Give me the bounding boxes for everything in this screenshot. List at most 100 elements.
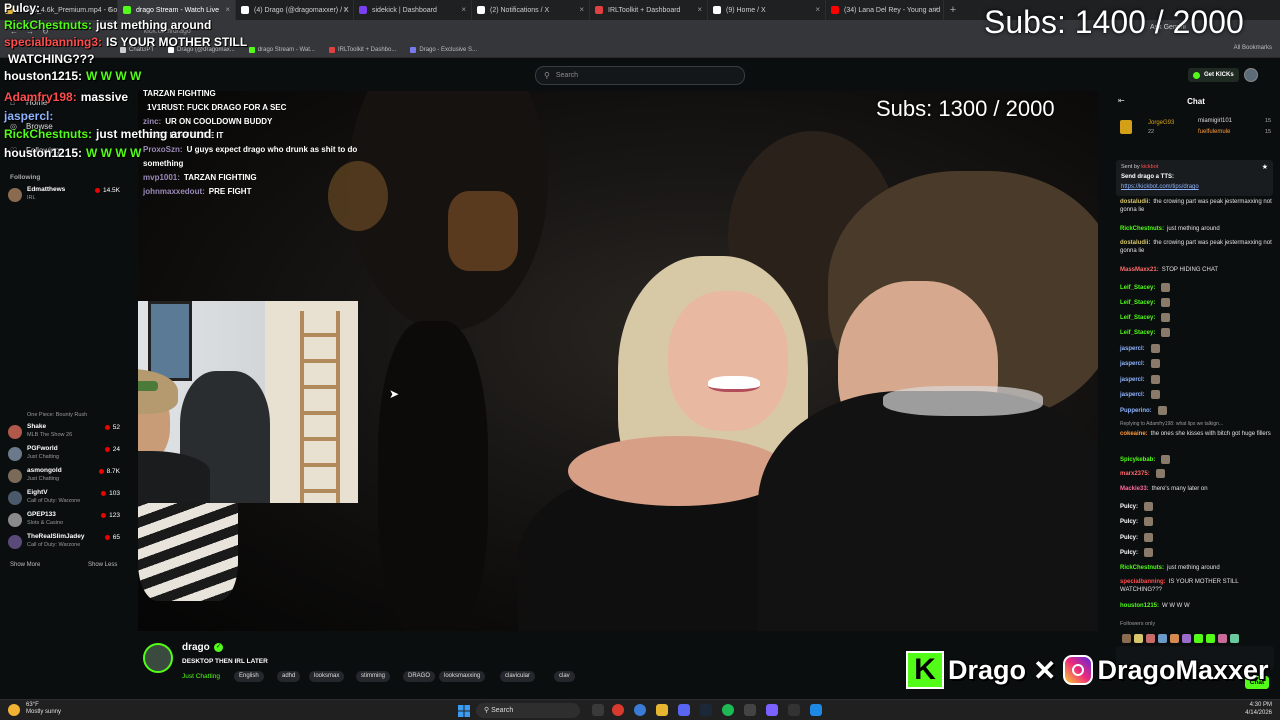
chat-username[interactable]: dostaludii:	[1120, 199, 1150, 205]
stream-tag[interactable]: looksmaxxing	[439, 671, 486, 682]
chat-username[interactable]: Pulcy:	[1120, 519, 1138, 525]
chat-username[interactable]: jaspercl:	[1120, 346, 1145, 352]
emote-icon[interactable]	[1122, 634, 1131, 643]
all-bookmarks-button[interactable]: All Bookmarks	[1234, 45, 1272, 51]
chat-username[interactable]: Pulcy:	[1120, 504, 1138, 510]
stream-tag[interactable]: stimming	[356, 671, 391, 682]
stream-tag[interactable]: English	[234, 671, 264, 682]
system-clock[interactable]: 4:30 PM 4/14/2026	[1245, 702, 1272, 717]
browser-tab[interactable]: (2) Notifications / X ×	[472, 0, 590, 20]
stream-tag[interactable]: adhd	[277, 671, 301, 682]
chat-username[interactable]: MassMaxx21:	[1120, 267, 1159, 273]
followed-channel[interactable]: TheRealSlimJadey Call of Duty: Warzone 65	[8, 533, 132, 553]
app-icon[interactable]	[766, 704, 778, 716]
obs-icon[interactable]	[744, 704, 756, 716]
chat-username[interactable]: Pupperino:	[1120, 408, 1152, 414]
terminal-icon[interactable]	[788, 704, 800, 716]
browser-icon[interactable]	[634, 704, 646, 716]
channel-avatar-small	[8, 447, 22, 461]
instagram-logo-icon	[1063, 655, 1094, 685]
browser-tab[interactable]: (9) Home / X ×	[708, 0, 826, 20]
reply-context: Replying to Adamfry198: what lips we tal…	[1120, 421, 1224, 427]
spotify-icon[interactable]	[722, 704, 734, 716]
overlay-chat-user: Adamfry198:	[4, 90, 77, 104]
stream-tag[interactable]: looksmax	[309, 671, 345, 682]
notes-icon[interactable]	[810, 704, 822, 716]
new-tab-button[interactable]: +	[944, 4, 962, 16]
chat-username[interactable]: Pulcy:	[1120, 550, 1138, 556]
chat-username[interactable]: houston1215:	[1120, 603, 1159, 609]
chat-message: jaspercl:	[1120, 344, 1272, 354]
show-less-button[interactable]: Show Less	[88, 562, 117, 568]
tab-favicon-icon	[595, 6, 603, 14]
file-explorer-icon[interactable]	[656, 704, 668, 716]
stream-tag[interactable]: DRAGO	[403, 671, 436, 682]
stream-tag[interactable]: clavicular	[500, 671, 536, 682]
chat-username[interactable]: Leif_Stacey:	[1120, 315, 1155, 321]
chat-username[interactable]: RickChestnuts:	[1120, 565, 1164, 571]
chat-username[interactable]: jaspercl:	[1120, 361, 1145, 367]
inner-chat-line: johnmaxxedout: PRE FIGHT	[143, 185, 393, 199]
chat-username[interactable]: cokeaine:	[1120, 431, 1148, 437]
discord-icon[interactable]	[678, 704, 690, 716]
browser-tab[interactable]: (34) Lana Del Rey - Young and ×	[826, 0, 944, 20]
close-tab-icon[interactable]: ×	[933, 5, 938, 14]
chat-username[interactable]: jaspercl:	[1120, 392, 1145, 398]
chat-username[interactable]: RickChestnuts:	[1120, 226, 1164, 232]
emote-icon[interactable]	[1134, 634, 1143, 643]
chat-username[interactable]: marx2375:	[1120, 471, 1150, 477]
channel-avatar-small	[8, 188, 22, 202]
close-tab-icon[interactable]: ×	[343, 5, 348, 14]
emote-icon[interactable]	[1230, 634, 1239, 643]
search-input[interactable]: ⚲ Search	[535, 66, 745, 85]
user-avatar[interactable]	[1244, 68, 1258, 82]
browser-tab[interactable]: sidekick | Dashboard ×	[354, 0, 472, 20]
windows-start-icon[interactable]	[458, 704, 470, 717]
get-kicks-button[interactable]: Get KICKs	[1188, 68, 1239, 82]
steam-icon[interactable]	[700, 704, 712, 716]
emote-icon[interactable]	[1194, 634, 1203, 643]
followed-channel[interactable]: asmongold Just Chatting 8.7K	[8, 467, 132, 487]
close-tab-icon[interactable]: ×	[697, 5, 702, 14]
emote-icon	[1144, 548, 1154, 557]
taskbar-search[interactable]: ⚲ Search	[476, 703, 580, 718]
bookmark-item[interactable]: Drago - Exclusive S...	[410, 46, 477, 53]
chat-username[interactable]: Mackie33:	[1120, 486, 1149, 492]
close-tab-icon[interactable]: ×	[579, 5, 584, 14]
close-tab-icon[interactable]: ×	[461, 5, 466, 14]
weather-widget[interactable]: 63°F Mostly sunny	[26, 702, 61, 716]
bookmark-item[interactable]: IRLToolkit + Dashbo...	[328, 46, 396, 53]
emote-icon[interactable]	[1182, 634, 1191, 643]
close-tab-icon[interactable]: ×	[815, 5, 820, 14]
browser-tab[interactable]: (4) Drago (@dragomaxxer) / X ×	[236, 0, 354, 20]
task-view-icon[interactable]	[592, 704, 604, 716]
pin-link[interactable]: https://kickbot.com/tips/drago	[1121, 184, 1199, 190]
chat-username[interactable]: specialbanning:	[1120, 579, 1166, 585]
chat-username[interactable]: Leif_Stacey:	[1120, 300, 1155, 306]
channel-avatar[interactable]	[143, 643, 173, 673]
chat-username[interactable]: Pulcy:	[1120, 535, 1138, 541]
chat-username[interactable]: jaspercl:	[1120, 377, 1145, 383]
followed-channel[interactable]: Edmatthews IRL 14.5K	[8, 186, 132, 206]
chat-username[interactable]: Leif_Stacey:	[1120, 330, 1155, 336]
emote-icon[interactable]	[1170, 634, 1179, 643]
stream-tag[interactable]: clav	[554, 671, 575, 682]
browser-tab[interactable]: IRLToolkit + Dashboard ×	[590, 0, 708, 20]
chat-username[interactable]: Spicykebab:	[1120, 457, 1155, 463]
followed-channel[interactable]: Shake MLB The Show 26 52	[8, 423, 132, 443]
emote-icon[interactable]	[1158, 634, 1167, 643]
category-link[interactable]: Just Chatting	[182, 673, 220, 680]
chrome-icon[interactable]	[612, 704, 624, 716]
followed-channel[interactable]: GPEP133 Slots & Casino 123	[8, 511, 132, 531]
emote-icon[interactable]	[1206, 634, 1215, 643]
emote-icon[interactable]	[1146, 634, 1155, 643]
chat-username[interactable]: dostaludii:	[1120, 240, 1150, 246]
chat-username[interactable]: Leif_Stacey:	[1120, 285, 1155, 291]
followed-channel[interactable]: EightV Call of Duty: Warzone 103	[8, 489, 132, 509]
show-more-button[interactable]: Show More	[10, 562, 40, 568]
followed-channel[interactable]: PGFworld Just Chatting 24	[8, 445, 132, 465]
emote-icon[interactable]	[1218, 634, 1227, 643]
bookmark-item[interactable]: drago Stream - Wat...	[248, 46, 315, 53]
pin-icon[interactable]: ★	[1262, 163, 1268, 171]
channel-name[interactable]: drago	[182, 642, 210, 653]
